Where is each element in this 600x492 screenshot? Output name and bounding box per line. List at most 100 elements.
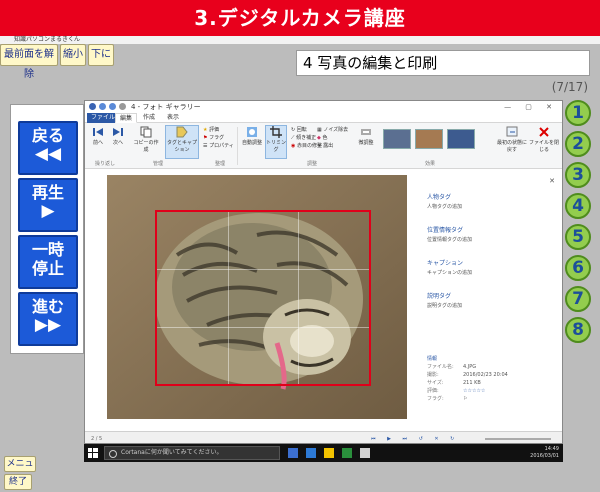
eye-icon: ◉ bbox=[291, 143, 296, 149]
close-file-button[interactable]: ファイルを閉じる bbox=[529, 126, 559, 153]
info-row: ファイル名: 4.JPG bbox=[427, 363, 557, 371]
image-position: 2 / 5 bbox=[91, 436, 103, 442]
revert-label: 最初の状態に戻す bbox=[497, 140, 528, 153]
info-value: 4.JPG bbox=[463, 364, 477, 370]
prev-button[interactable]: 前へ bbox=[89, 126, 107, 146]
next-label: 次へ bbox=[112, 140, 123, 146]
color-label: 色 bbox=[322, 135, 328, 141]
caption-add[interactable]: キャプションの追加 bbox=[427, 269, 557, 276]
menu-button[interactable]: メニュー bbox=[4, 456, 36, 483]
next-button[interactable]: 次へ bbox=[109, 126, 127, 146]
geo-tag-heading: 位置情報タグ bbox=[427, 227, 464, 234]
photo-gallery-window: 4 - フォト ギャラリー — ▢ ✕ ファイル 編集 作成 表示 前へ 次へ … bbox=[84, 100, 563, 444]
group-label-adjust: 調整 bbox=[307, 161, 318, 167]
window-controls[interactable]: — ▢ ✕ bbox=[504, 101, 558, 113]
exposure-item[interactable]: ☀ 露出 bbox=[317, 142, 348, 150]
revert-button[interactable]: 最初の状態に戻す bbox=[497, 126, 527, 153]
explorer-icon[interactable] bbox=[324, 448, 334, 458]
chapter-1-button[interactable]: 1 bbox=[565, 100, 591, 126]
send-down-button[interactable]: 下に bbox=[88, 44, 114, 66]
minimize-button[interactable]: 縮小 bbox=[60, 44, 86, 66]
tab-create[interactable]: 作成 bbox=[139, 113, 159, 123]
tab-edit[interactable]: 編集 bbox=[115, 113, 138, 123]
copy-icon bbox=[140, 126, 152, 138]
fine-tune-icon bbox=[361, 129, 371, 135]
color-item[interactable]: ◆ 色 bbox=[317, 134, 348, 142]
pane-close-icon[interactable]: ✕ bbox=[549, 177, 555, 185]
group-label-manage: 管理 bbox=[153, 161, 164, 167]
player-panel: 戻る ◀◀ 再生 ▶ 一時 停止 進む ▶▶ bbox=[10, 104, 84, 354]
effect-thumb-1[interactable] bbox=[383, 129, 411, 149]
chapter-2-button[interactable]: 2 bbox=[565, 131, 591, 157]
crop-grid-line bbox=[157, 326, 369, 328]
system-tray[interactable]: 14:49 2016/03/01 bbox=[530, 446, 559, 460]
play-button[interactable]: 再生 ▶ bbox=[18, 178, 78, 232]
properties-pane: ✕ 人物タグ 人物タグの追加 位置情報タグ 位置情報タグの追加 キャプション キ… bbox=[427, 177, 557, 309]
people-tag-add[interactable]: 人物タグの追加 bbox=[427, 203, 557, 210]
desc-tag-add[interactable]: 説明タグの追加 bbox=[427, 302, 557, 309]
adjust-list-2: ▦ ノイズ除去 ◆ 色 ☀ 露出 bbox=[317, 126, 348, 150]
crop-grid-line bbox=[157, 269, 369, 271]
ribbon-tabs: ファイル 編集 作成 表示 bbox=[85, 113, 562, 123]
chapter-6-button[interactable]: 6 bbox=[565, 255, 591, 281]
chapter-3-button[interactable]: 3 bbox=[565, 162, 591, 188]
back-button[interactable]: 戻る ◀◀ bbox=[18, 121, 78, 175]
task-view-icon[interactable] bbox=[288, 448, 298, 458]
info-panel: 情報 ファイル名: 4.JPG 撮影: 2016/02/23 20:04 サイズ: 2… bbox=[427, 355, 557, 403]
pause-label-line2: 停止 bbox=[31, 259, 64, 278]
chapter-7-button[interactable]: 7 bbox=[565, 286, 591, 312]
lesson-title: 4 写真の編集と印刷 bbox=[296, 50, 590, 76]
cortana-search-box[interactable]: Cortanaに何か聞いてみてください。 bbox=[104, 446, 280, 460]
rating-stars[interactable]: ☆☆☆☆☆ bbox=[463, 388, 485, 394]
prev-icon bbox=[93, 128, 103, 136]
rewind-icon: ◀◀ bbox=[34, 144, 62, 164]
next-icon bbox=[113, 128, 123, 136]
rating-item[interactable]: ★ 評価 bbox=[203, 126, 234, 134]
crop-button[interactable]: トリミング bbox=[265, 125, 287, 159]
fine-tune-button[interactable]: 微調整 bbox=[355, 126, 377, 146]
store-icon[interactable] bbox=[342, 448, 352, 458]
undo-icon[interactable] bbox=[119, 103, 126, 110]
exposure-icon: ☀ bbox=[317, 143, 322, 149]
crop-frame[interactable] bbox=[155, 210, 371, 386]
edge-icon[interactable] bbox=[306, 448, 316, 458]
viewer-controls[interactable]: ⏮ ▶ ⏭ ↺ ✕ ↻ bbox=[371, 432, 459, 443]
forward-arrow-icon[interactable] bbox=[109, 103, 116, 110]
copy-button[interactable]: コピーの作成 bbox=[133, 126, 159, 153]
close-file-label: ファイルを閉じる bbox=[529, 140, 560, 153]
tab-view[interactable]: 表示 bbox=[163, 113, 183, 123]
chapter-4-button[interactable]: 4 bbox=[565, 193, 591, 219]
forward-button[interactable]: 進む ▶▶ bbox=[18, 292, 78, 346]
geo-tag-add[interactable]: 位置情報タグの追加 bbox=[427, 236, 557, 243]
info-value: 2016/02/23 20:04 bbox=[463, 372, 508, 378]
pause-button[interactable]: 一時 停止 bbox=[18, 235, 78, 289]
tag-icon bbox=[176, 126, 188, 138]
app-icon bbox=[89, 103, 96, 110]
ribbon-separator bbox=[237, 127, 238, 165]
zoom-slider[interactable] bbox=[485, 438, 551, 440]
exit-button[interactable]: 終了 bbox=[4, 474, 32, 490]
auto-adjust-button[interactable]: 自動調整 bbox=[241, 126, 263, 146]
chapter-8-button[interactable]: 8 bbox=[565, 317, 591, 343]
property-item[interactable]: ☰ プロパティ bbox=[203, 142, 234, 150]
photo-gallery-task-icon[interactable] bbox=[360, 448, 370, 458]
clock-time: 14:49 bbox=[544, 446, 559, 452]
windows-start-icon[interactable] bbox=[88, 448, 98, 458]
back-arrow-icon[interactable] bbox=[99, 103, 106, 110]
flag-item[interactable]: ⚑ フラグ bbox=[203, 134, 234, 142]
tag-caption-button[interactable]: タグとキャプション bbox=[165, 125, 199, 159]
crop-label: トリミング bbox=[266, 140, 287, 153]
noise-item[interactable]: ▦ ノイズ除去 bbox=[317, 126, 348, 134]
editor-content: ✕ 人物タグ 人物タグの追加 位置情報タグ 位置情報タグの追加 キャプション キ… bbox=[85, 169, 562, 431]
effect-thumb-3[interactable] bbox=[447, 129, 475, 149]
app-title: 4 - フォト ギャラリー bbox=[131, 103, 201, 111]
always-on-top-toggle-button[interactable]: 最前面を解除 bbox=[0, 44, 58, 80]
info-row: 評価: ☆☆☆☆☆ bbox=[427, 387, 557, 395]
chapter-5-button[interactable]: 5 bbox=[565, 224, 591, 250]
auto-adjust-icon bbox=[247, 127, 257, 137]
auto-adjust-label: 自動調整 bbox=[241, 140, 262, 146]
flag-value[interactable]: ⚐ bbox=[463, 396, 467, 402]
effect-thumb-2[interactable] bbox=[415, 129, 443, 149]
info-key: サイズ: bbox=[427, 380, 444, 386]
flag-icon: ⚑ bbox=[203, 135, 208, 141]
